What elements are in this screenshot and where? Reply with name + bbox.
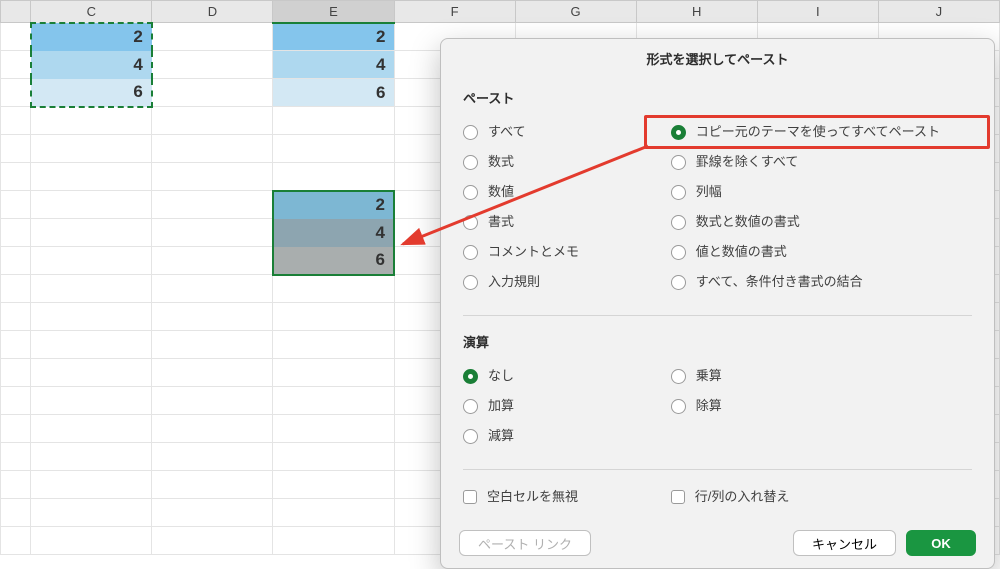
ok-button[interactable]: OK [906,530,976,556]
cell[interactable]: 6 [31,79,152,107]
radio-icon [671,275,686,290]
paste-link-button: ペースト リンク [459,530,591,556]
operation-radio-add[interactable]: 加算 [463,393,671,419]
operation-radio-sub[interactable]: 減算 [463,423,671,449]
radio-icon [463,215,478,230]
radio-label: 列幅 [696,179,722,205]
radio-label: 除算 [696,393,722,419]
operation-radio-div[interactable]: 除算 [671,393,972,419]
col-header[interactable]: D [152,1,273,23]
cell[interactable]: 4 [31,51,152,79]
operation-radio-mul[interactable]: 乗算 [671,363,972,389]
paste-radio-condfmt[interactable]: すべて、条件付き書式の結合 [671,269,972,295]
transpose-checkbox[interactable]: 行/列の入れ替え [671,484,972,510]
radio-icon [671,215,686,230]
radio-icon [463,275,478,290]
checkbox-label: 行/列の入れ替え [695,484,790,510]
radio-label: 数式と数値の書式 [696,209,800,235]
column-header-row: C D E F G H I J [1,1,1000,23]
cell[interactable]: 2 [273,23,394,51]
radio-icon [671,155,686,170]
col-header[interactable]: I [757,1,878,23]
col-header[interactable]: G [515,1,636,23]
radio-label: 数式 [488,149,514,175]
cell[interactable]: 6 [273,79,394,107]
col-header[interactable]: H [636,1,757,23]
radio-label: コピー元のテーマを使ってすべてペースト [696,119,940,145]
radio-icon [671,369,686,384]
radio-label: すべて、条件付き書式の結合 [696,269,863,295]
dialog-title: 形式を選択してペースト [441,49,994,68]
radio-icon [671,185,686,200]
radio-icon [463,185,478,200]
paste-radio-formulas[interactable]: 数式 [463,149,671,175]
paste-radio-all[interactable]: すべて [463,119,671,145]
paste-radio-formnum[interactable]: 数式と数値の書式 [671,209,972,235]
radio-label: 罫線を除くすべて [696,149,799,175]
paste-radio-values[interactable]: 数値 [463,179,671,205]
cell[interactable]: 4 [273,51,394,79]
col-header[interactable]: C [31,1,152,23]
cell[interactable]: 6 [273,247,394,275]
radio-label: 加算 [488,393,514,419]
paste-radio-comments[interactable]: コメントとメモ [463,239,671,265]
radio-icon [463,155,478,170]
radio-label: すべて [488,119,526,145]
radio-icon [463,429,478,444]
checkbox-label: 空白セルを無視 [487,484,578,510]
radio-label: 値と数値の書式 [696,239,787,265]
skip-blanks-checkbox[interactable]: 空白セルを無視 [463,484,671,510]
radio-icon [671,245,686,260]
radio-label: 入力規則 [488,269,540,295]
paste-radio-validation[interactable]: 入力規則 [463,269,671,295]
cancel-button[interactable]: キャンセル [793,530,896,556]
col-header[interactable]: J [878,1,999,23]
radio-label: 数値 [488,179,514,205]
cell[interactable]: 2 [273,191,394,219]
col-header[interactable]: F [394,1,515,23]
radio-icon [463,125,478,140]
col-header[interactable]: E [273,1,394,23]
paste-radio-formats[interactable]: 書式 [463,209,671,235]
checkbox-icon [671,490,685,504]
radio-icon [463,399,478,414]
radio-icon [463,245,478,260]
paste-radio-colwidth[interactable]: 列幅 [671,179,972,205]
radio-label: 書式 [488,209,514,235]
paste-section-heading: ペースト [463,88,972,107]
operation-section-heading: 演算 [463,332,972,351]
paste-radio-valnum[interactable]: 値と数値の書式 [671,239,972,265]
checkbox-icon [463,490,477,504]
radio-icon [671,399,686,414]
radio-label: コメントとメモ [488,239,579,265]
radio-label: 減算 [488,423,514,449]
radio-label: 乗算 [696,363,722,389]
cell[interactable]: 2 [31,23,152,51]
paste-radio-noborder[interactable]: 罫線を除くすべて [671,149,972,175]
radio-icon [463,369,478,384]
radio-icon [671,125,686,140]
operation-radio-none[interactable]: なし [463,363,671,389]
radio-label: なし [488,363,514,389]
cell[interactable]: 4 [273,219,394,247]
paste-radio-theme[interactable]: コピー元のテーマを使ってすべてペースト [671,119,972,145]
paste-special-dialog: 形式を選択してペースト ペースト すべて数式数値書式コメントとメモ入力規則 コピ… [440,38,995,569]
